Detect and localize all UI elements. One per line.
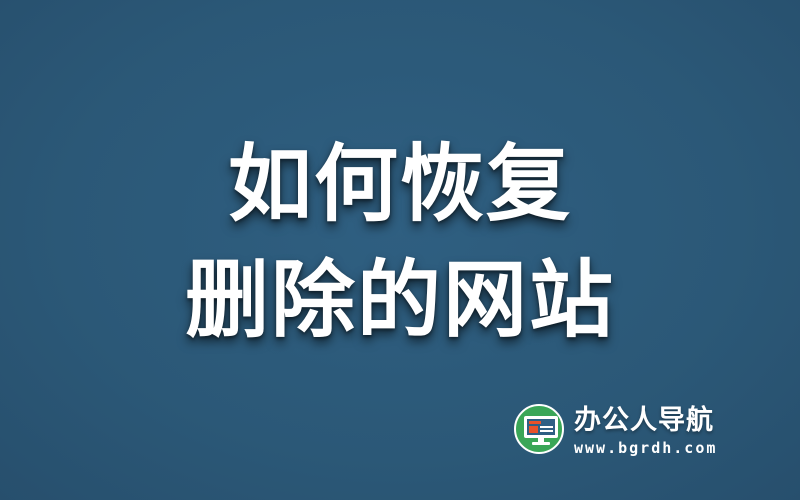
cover-image: 如何恢复 删除的网站 办公人导航 www.bgrdh.com — [0, 0, 800, 500]
title-line-2: 删除的网站 — [184, 251, 615, 349]
title-line-1: 如何恢复 — [227, 135, 572, 233]
monitor-icon — [524, 416, 558, 445]
brand-logo — [514, 404, 564, 454]
brand-watermark: 办公人导航 www.bgrdh.com — [514, 404, 764, 464]
brand-name: 办公人导航 — [574, 405, 714, 436]
brand-url: www.bgrdh.com — [574, 439, 718, 457]
